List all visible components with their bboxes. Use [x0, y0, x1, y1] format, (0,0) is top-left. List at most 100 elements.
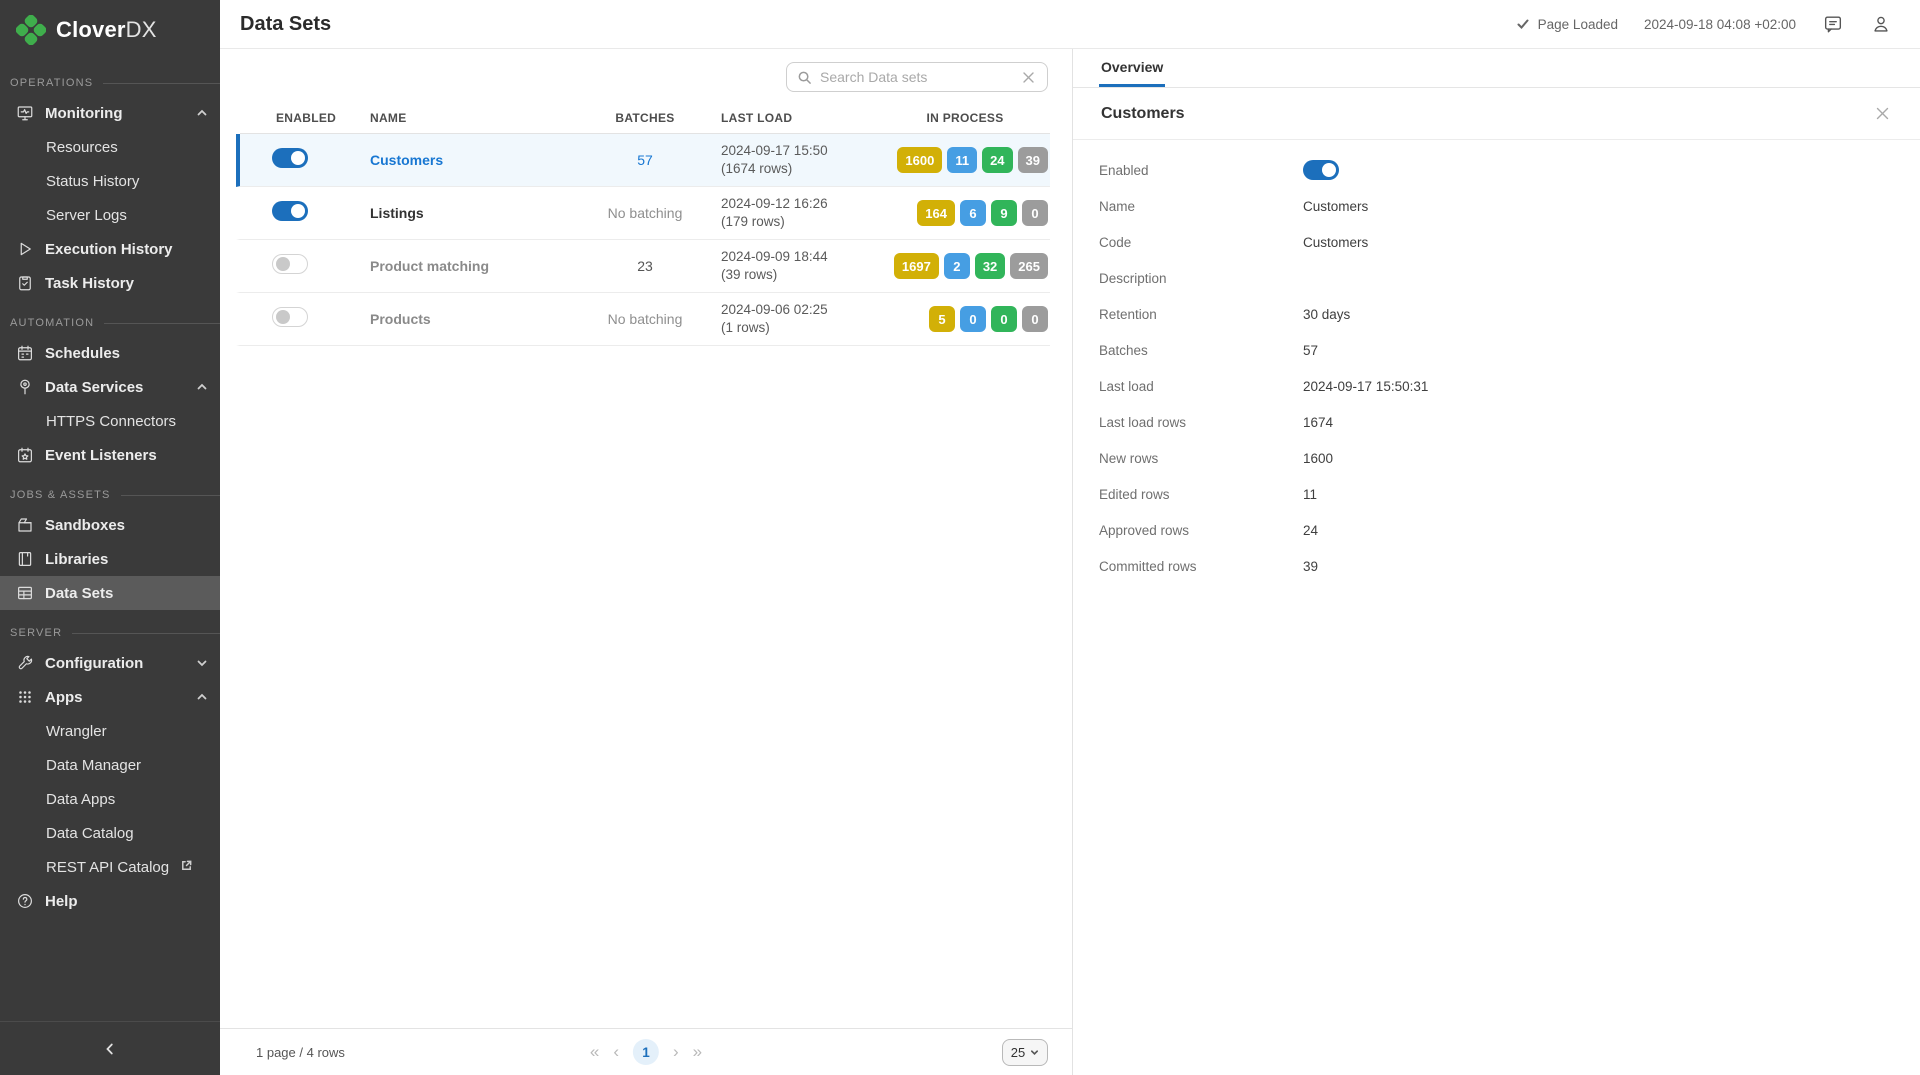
new-rows-badge[interactable]: 164 [917, 200, 955, 226]
approved-rows-badge[interactable]: 24 [982, 147, 1012, 173]
new-rows-badge[interactable]: 1697 [894, 253, 939, 279]
sidebar-item-rest-api-catalog[interactable]: REST API Catalog [0, 850, 220, 884]
brand-logo: CloverDX [0, 0, 220, 60]
page-size-select[interactable]: 25 [1002, 1039, 1048, 1066]
in-process-badges: 5 0 0 0 [880, 306, 1050, 332]
dataset-name-link[interactable]: Customers [370, 152, 580, 168]
dataset-name[interactable]: Products [370, 311, 580, 327]
column-header-enabled: ENABLED [240, 111, 370, 125]
sidebar-item-apps[interactable]: Apps [0, 680, 220, 714]
sidebar-item-data-apps[interactable]: Data Apps [0, 782, 220, 816]
approved-rows-badge[interactable]: 0 [991, 306, 1017, 332]
sidebar-item-schedules[interactable]: Schedules [0, 336, 220, 370]
page-summary: 1 page / 4 rows [256, 1045, 345, 1060]
page-title: Data Sets [240, 13, 331, 36]
section-server: SERVER [0, 620, 220, 646]
panel-tabbar: Overview [1073, 49, 1920, 88]
close-panel-icon[interactable] [1874, 105, 1892, 123]
message-icon[interactable] [1822, 13, 1844, 35]
last-load-cell: 2024-09-12 16:26 (179 rows) [710, 195, 880, 231]
row-enabled-toggle[interactable] [272, 201, 308, 221]
row-enabled-toggle[interactable] [272, 307, 308, 327]
user-icon[interactable] [1870, 13, 1892, 35]
field-name: Name Customers [1099, 188, 1892, 224]
batches-link[interactable]: 57 [580, 152, 710, 168]
play-icon [16, 240, 34, 258]
sidebar-item-https-connectors[interactable]: HTTPS Connectors [0, 404, 220, 438]
tab-overview[interactable]: Overview [1099, 49, 1165, 87]
field-edited-rows: Edited rows 11 [1099, 476, 1892, 512]
next-page-button[interactable]: › [673, 1042, 679, 1062]
first-page-button[interactable]: « [590, 1042, 599, 1062]
field-last-load: Last load 2024-09-17 15:50:31 [1099, 368, 1892, 404]
field-description: Description [1099, 260, 1892, 296]
in-process-badges: 1697 2 32 265 [880, 253, 1050, 279]
clover-icon [16, 15, 46, 45]
enabled-toggle[interactable] [1303, 160, 1339, 180]
edited-rows-badge[interactable]: 2 [944, 253, 970, 279]
committed-rows-badge[interactable]: 0 [1022, 306, 1048, 332]
clipboard-icon [16, 274, 34, 292]
new-rows-badge[interactable]: 5 [929, 306, 955, 332]
committed-rows-badge[interactable]: 0 [1022, 200, 1048, 226]
search-icon [797, 70, 812, 85]
last-page-button[interactable]: » [693, 1042, 702, 1062]
sidebar-item-sandboxes[interactable]: Sandboxes [0, 508, 220, 542]
edited-rows-badge[interactable]: 6 [960, 200, 986, 226]
committed-rows-badge[interactable]: 265 [1010, 253, 1048, 279]
sidebar-item-data-catalog[interactable]: Data Catalog [0, 816, 220, 850]
last-load-cell: 2024-09-06 02:25 (1 rows) [710, 301, 880, 337]
table-row-customers[interactable]: Customers 57 2024-09-17 15:50 (1674 rows… [236, 134, 1050, 187]
search-input[interactable] [820, 69, 1012, 85]
table-row-listings[interactable]: Listings No batching 2024-09-12 16:26 (1… [236, 187, 1050, 240]
sidebar-item-configuration[interactable]: Configuration [0, 646, 220, 680]
chevron-up-icon [196, 691, 208, 703]
field-code: Code Customers [1099, 224, 1892, 260]
chevron-down-icon [1030, 1048, 1039, 1057]
sidebar-item-execution-history[interactable]: Execution History [0, 232, 220, 266]
chevron-down-icon [196, 657, 208, 669]
sidebar-item-data-manager[interactable]: Data Manager [0, 748, 220, 782]
new-rows-badge[interactable]: 1600 [897, 147, 942, 173]
dataset-name[interactable]: Product matching [370, 258, 580, 274]
prev-page-button[interactable]: ‹ [613, 1042, 619, 1062]
panel-header: Customers [1073, 88, 1920, 140]
sidebar-item-help[interactable]: Help [0, 884, 220, 918]
sidebar-item-libraries[interactable]: Libraries [0, 542, 220, 576]
approved-rows-badge[interactable]: 9 [991, 200, 1017, 226]
committed-rows-badge[interactable]: 39 [1018, 147, 1048, 173]
row-enabled-toggle[interactable] [272, 254, 308, 274]
table-row-products[interactable]: Products No batching 2024-09-06 02:25 (1… [236, 293, 1050, 346]
section-jobs-assets: JOBS & ASSETS [0, 482, 220, 508]
sidebar-item-task-history[interactable]: Task History [0, 266, 220, 300]
field-enabled: Enabled [1099, 152, 1892, 188]
approved-rows-badge[interactable]: 32 [975, 253, 1005, 279]
chevron-up-icon [196, 381, 208, 393]
sidebar-collapse-button[interactable] [0, 1021, 220, 1075]
last-load-cell: 2024-09-17 15:50 (1674 rows) [710, 142, 880, 178]
edited-rows-badge[interactable]: 11 [947, 147, 977, 173]
sidebar-item-data-sets[interactable]: Data Sets [0, 576, 220, 610]
sidebar-item-server-logs[interactable]: Server Logs [0, 198, 220, 232]
row-enabled-toggle[interactable] [272, 148, 308, 168]
field-batches: Batches 57 [1099, 332, 1892, 368]
overview-panel: Overview Customers Enabled Name Customer… [1072, 49, 1920, 1075]
table-row-product-matching[interactable]: Product matching 23 2024-09-09 18:44 (39… [236, 240, 1050, 293]
sidebar-item-monitoring[interactable]: Monitoring [0, 96, 220, 130]
server-timestamp: 2024-09-18 04:08 +02:00 [1644, 17, 1796, 32]
sidebar-item-data-services[interactable]: Data Services [0, 370, 220, 404]
column-header-in-process: IN PROCESS [880, 111, 1050, 125]
sidebar-item-status-history[interactable]: Status History [0, 164, 220, 198]
edited-rows-badge[interactable]: 0 [960, 306, 986, 332]
field-approved-rows: Approved rows 24 [1099, 512, 1892, 548]
in-process-badges: 164 6 9 0 [880, 200, 1050, 226]
status-text: Page Loaded [1538, 17, 1618, 32]
sidebar-item-event-listeners[interactable]: Event Listeners [0, 438, 220, 472]
clear-search-icon[interactable] [1020, 69, 1037, 86]
current-page-button[interactable]: 1 [633, 1039, 659, 1065]
dataset-name[interactable]: Listings [370, 205, 580, 221]
column-header-batches: BATCHES [580, 111, 710, 125]
sidebar-item-resources[interactable]: Resources [0, 130, 220, 164]
sidebar-item-wrangler[interactable]: Wrangler [0, 714, 220, 748]
dots-grid-icon [16, 688, 34, 706]
